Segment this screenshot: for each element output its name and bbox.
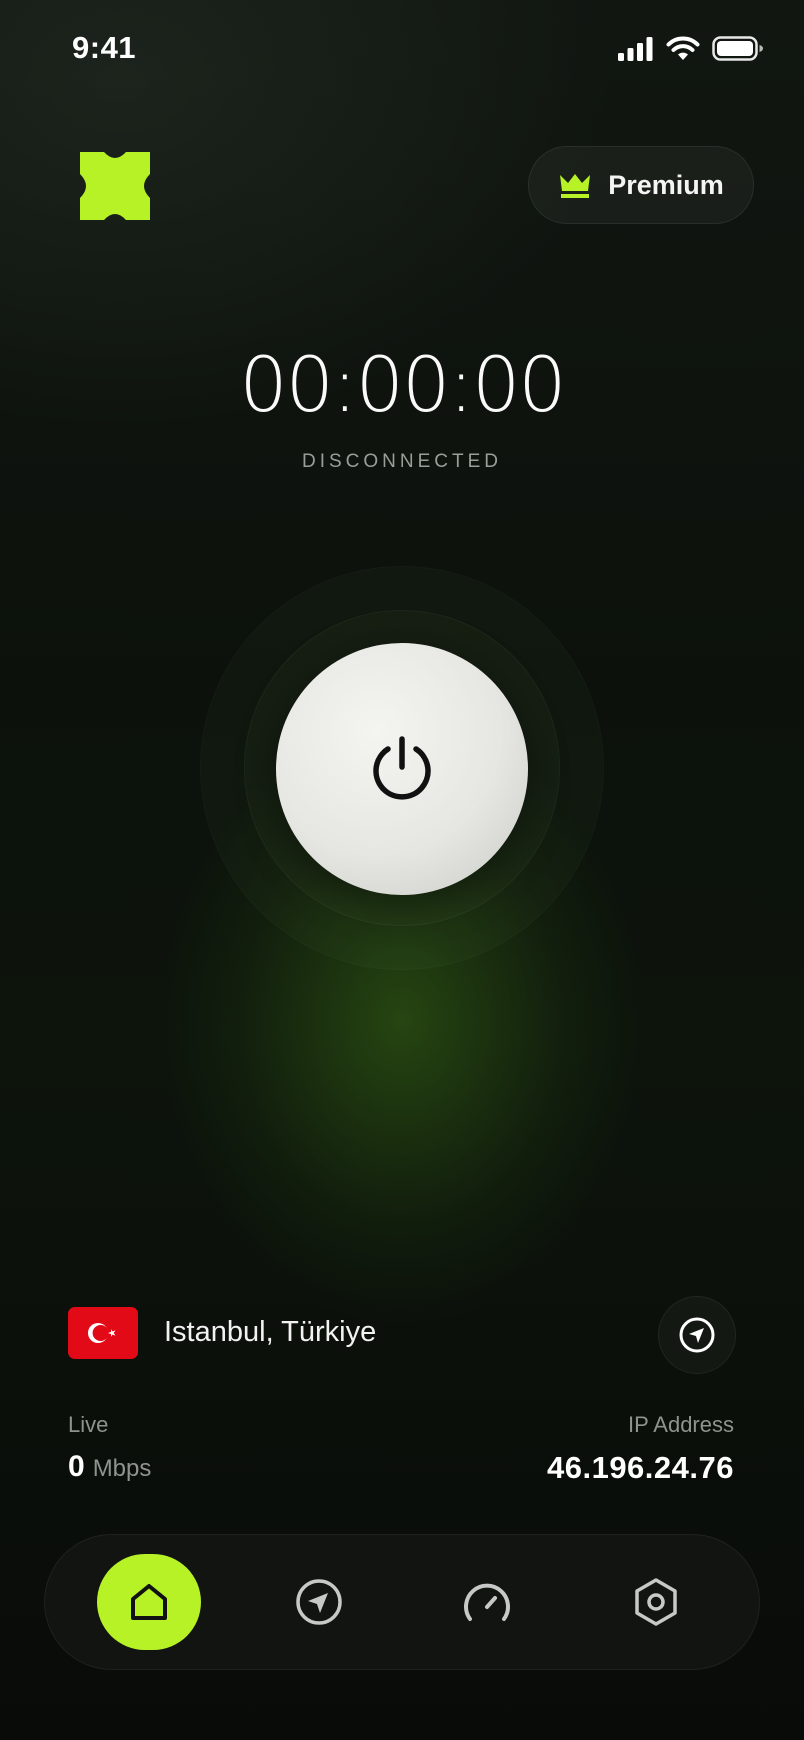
live-speed: 0 Mbps [68, 1450, 151, 1484]
crown-icon [560, 174, 591, 198]
nav-locations[interactable] [267, 1554, 371, 1650]
ip-label: IP Address [628, 1412, 734, 1437]
signal-icon [618, 36, 653, 61]
power-button[interactable] [276, 643, 528, 895]
speed-unit: Mbps [92, 1455, 152, 1482]
status-time: 9:41 [72, 30, 137, 65]
app-logo [80, 152, 150, 220]
premium-label: Premium [608, 169, 724, 200]
battery-icon [712, 36, 763, 61]
ip-value: 46.196.24.76 [546, 1450, 734, 1485]
home-icon [131, 1584, 167, 1620]
live-label: Live [68, 1412, 109, 1437]
navigation-icon [679, 1317, 715, 1353]
power-icon [373, 736, 431, 800]
connection-timer: 00:00:00 [239, 340, 566, 429]
navigation-icon [296, 1579, 342, 1625]
locate-button[interactable] [658, 1296, 736, 1374]
turkey-flag-icon [68, 1307, 138, 1359]
speed-value: 0 [68, 1450, 85, 1483]
nav-speedtest[interactable] [435, 1554, 539, 1650]
wifi-icon [666, 36, 700, 60]
location-name[interactable]: Istanbul, Türkiye [164, 1316, 376, 1349]
connection-status: DISCONNECTED [301, 451, 502, 472]
premium-button[interactable]: Premium [528, 146, 754, 224]
nav-settings[interactable] [604, 1554, 708, 1650]
settings-icon [635, 1578, 677, 1626]
speedometer-icon [464, 1583, 510, 1621]
nav-home[interactable] [97, 1554, 201, 1650]
status-icons [618, 36, 764, 61]
